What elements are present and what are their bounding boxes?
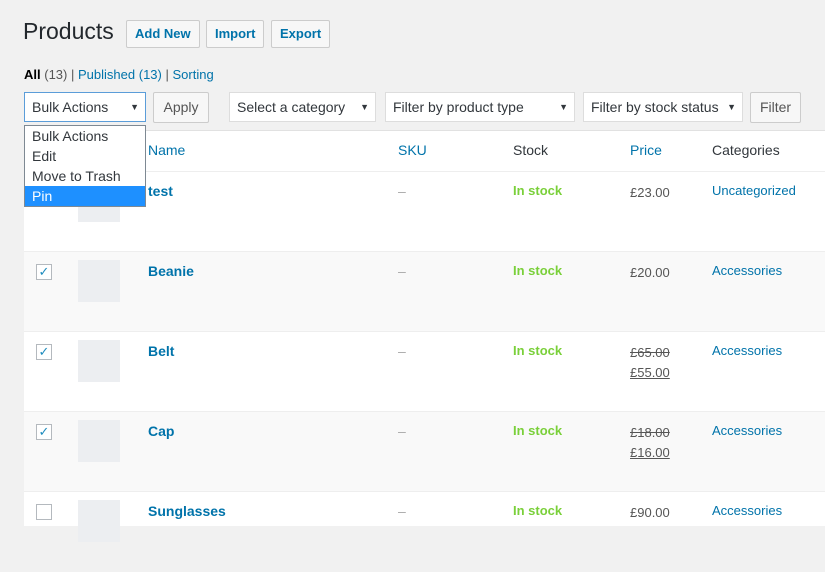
product-name-link[interactable]: Beanie [148,263,194,279]
table-row: ✓ Beanie – In stock £20.00 Accessories [24,251,825,332]
old-price: £18.00 [630,425,670,440]
stock-status: In stock [513,343,563,358]
table-row: ✓ Cap – In stock £18.00 £16.00 Accessorie… [24,411,825,492]
view-sorting[interactable]: Sorting [173,67,214,82]
product-thumbnail[interactable] [78,340,120,382]
sale-price: £55.00 [630,365,670,380]
category-select[interactable]: Select a category ▼ [229,92,376,122]
option-bulk-actions[interactable]: Bulk Actions [25,126,145,146]
product-name-link[interactable]: Cap [148,423,174,439]
price: £90.00 [630,503,670,523]
price: £65.00 £55.00 [630,343,670,383]
apply-button[interactable]: Apply [153,92,209,123]
stock-status: In stock [513,263,563,278]
bulk-actions-select[interactable]: Bulk Actions ▼ [24,92,146,122]
col-name[interactable]: Name [148,142,185,158]
col-price[interactable]: Price [630,142,662,158]
table-row: ✓ Belt – In stock £65.00 £55.00 Accessori… [24,331,825,412]
product-thumbnail[interactable] [78,420,120,462]
price: £23.00 [630,183,670,203]
product-thumbnail[interactable] [78,260,120,302]
published-count: (13) [138,67,162,82]
dropdown-arrow-icon: ▼ [360,102,369,112]
checkmark-icon: ✓ [38,424,50,439]
sku-value: – [398,183,406,199]
sku-value: – [398,343,406,359]
checkmark-icon: ✓ [38,344,50,359]
stock-status-select[interactable]: Filter by stock status ▼ [583,92,743,122]
view-all[interactable]: All [24,67,41,82]
price-value: £90.00 [630,505,670,520]
category-link[interactable]: Accessories [712,343,782,358]
row-checkbox[interactable]: ✓ [36,264,52,280]
category-link[interactable]: Accessories [712,423,782,438]
option-edit[interactable]: Edit [25,146,145,166]
stock-status: In stock [513,183,563,198]
category-link[interactable]: Accessories [712,503,782,518]
published-label: Published [78,67,136,82]
view-filters: All (13) | Published (13) | Sorting [24,67,214,82]
sku-value: – [398,503,406,519]
row-checkbox[interactable]: ✓ [36,424,52,440]
col-stock: Stock [513,142,549,158]
stock-status: In stock [513,423,563,438]
dropdown-arrow-icon: ▼ [130,102,139,112]
row-checkbox[interactable]: ✓ [36,344,52,360]
row-checkbox[interactable] [36,504,52,520]
page-title: Products [23,18,114,44]
product-name-link[interactable]: Belt [148,343,174,359]
product-type-select[interactable]: Filter by product type ▼ [385,92,575,122]
all-count: (13) [44,67,68,82]
col-categories: Categories [712,142,780,158]
product-name-link[interactable]: test [148,183,173,199]
table-row: Sunglasses – In stock £90.00 Accessories [24,491,825,572]
stock-status: In stock [513,503,563,518]
export-button[interactable]: Export [271,20,331,48]
stock-status-value: Filter by stock status [591,99,719,115]
price: £18.00 £16.00 [630,423,670,463]
category-link[interactable]: Uncategorized [712,183,796,198]
checkmark-icon: ✓ [38,264,50,279]
add-new-button[interactable]: Add New [126,20,200,48]
separator: | [165,67,169,82]
dropdown-arrow-icon: ▼ [559,102,568,112]
price: £20.00 [630,263,670,283]
bulk-actions-dropdown[interactable]: Bulk Actions Edit Move to Trash Pin [24,125,146,207]
price-value: £23.00 [630,185,670,200]
old-price: £65.00 [630,345,670,360]
sale-price: £16.00 [630,445,670,460]
sku-value: – [398,263,406,279]
option-move-to-trash[interactable]: Move to Trash [25,166,145,186]
product-thumbnail[interactable] [78,500,120,542]
sku-value: – [398,423,406,439]
price-value: £20.00 [630,265,670,280]
category-link[interactable]: Accessories [712,263,782,278]
view-published[interactable]: Published (13) [78,67,162,82]
product-name-link[interactable]: Sunglasses [148,503,226,519]
import-button[interactable]: Import [206,20,265,48]
bulk-actions-value: Bulk Actions [32,99,109,115]
dropdown-arrow-icon: ▼ [727,102,736,112]
filter-button[interactable]: Filter [750,92,801,123]
category-value: Select a category [237,99,346,115]
product-type-value: Filter by product type [393,99,524,115]
separator: | [71,67,75,82]
option-pin[interactable]: Pin [25,186,145,206]
col-sku[interactable]: SKU [398,142,427,158]
